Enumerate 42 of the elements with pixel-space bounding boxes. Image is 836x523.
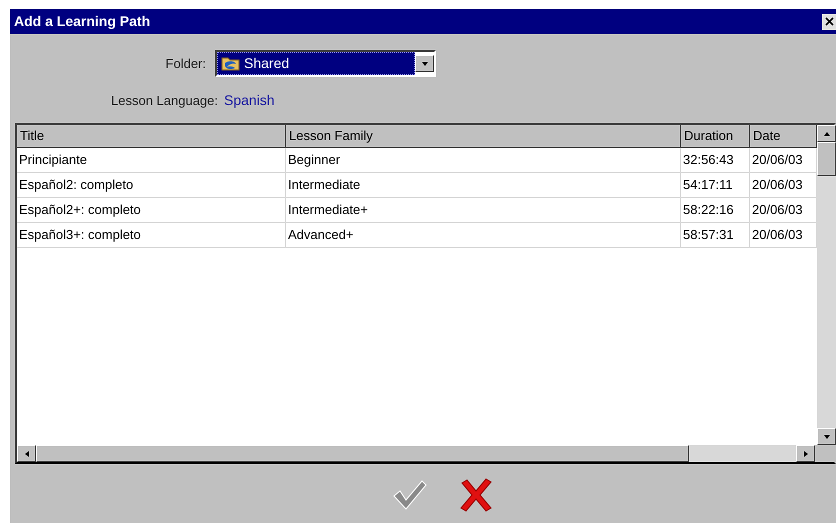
scroll-up-button[interactable] — [817, 125, 836, 142]
column-header[interactable]: Date — [750, 125, 817, 148]
scroll-left-button[interactable] — [17, 445, 36, 462]
dropdown-arrow-button[interactable] — [415, 55, 434, 72]
scroll-thumb[interactable] — [817, 142, 836, 176]
language-value: Spanish — [224, 91, 275, 110]
triangle-icon — [822, 432, 830, 440]
table-cell: Intermediate+ — [286, 198, 681, 222]
vertical-scrollbar[interactable] — [817, 125, 836, 445]
table-cell: Beginner — [286, 148, 681, 172]
cross-icon — [459, 478, 493, 512]
check-icon — [392, 478, 428, 512]
column-header[interactable]: Lesson Family — [286, 125, 681, 148]
column-header[interactable]: Duration — [681, 125, 750, 148]
triangle-icon — [802, 450, 810, 458]
table-cell: 58:22:16 — [681, 198, 750, 222]
folder-dropdown[interactable]: Shared — [215, 50, 436, 77]
shared-folder-icon — [221, 55, 241, 72]
table-cell: Español3+: completo — [17, 223, 286, 247]
folder-label: Folder: — [164, 54, 207, 73]
language-label: Lesson Language: — [110, 92, 219, 110]
folder-value: Shared — [244, 54, 290, 73]
close-button[interactable] — [822, 14, 836, 30]
table-cell: Advanced+ — [286, 223, 681, 247]
table-cell: Español2: completo — [17, 173, 286, 197]
triangle-icon — [420, 60, 428, 68]
scroll-right-button[interactable] — [796, 445, 815, 462]
triangle-icon — [822, 130, 830, 138]
table-cell: Intermediate — [286, 173, 681, 197]
column-header[interactable]: Title — [17, 125, 286, 148]
close-icon — [824, 17, 834, 26]
triangle-icon — [22, 450, 30, 458]
table-cell: Principiante — [17, 148, 286, 172]
scrollbar-corner — [815, 445, 834, 462]
table-cell: 54:17:11 — [681, 173, 750, 197]
horizontal-scroll-thumb[interactable] — [36, 445, 689, 462]
table-cell: 32:56:43 — [681, 148, 750, 172]
horizontal-scrollbar[interactable] — [17, 445, 834, 462]
window-title: Add a Learning Path — [14, 12, 150, 31]
table-cell: Español2+: completo — [17, 198, 286, 222]
scroll-down-button[interactable] — [817, 428, 836, 445]
table-cell: 58:57:31 — [681, 223, 750, 247]
